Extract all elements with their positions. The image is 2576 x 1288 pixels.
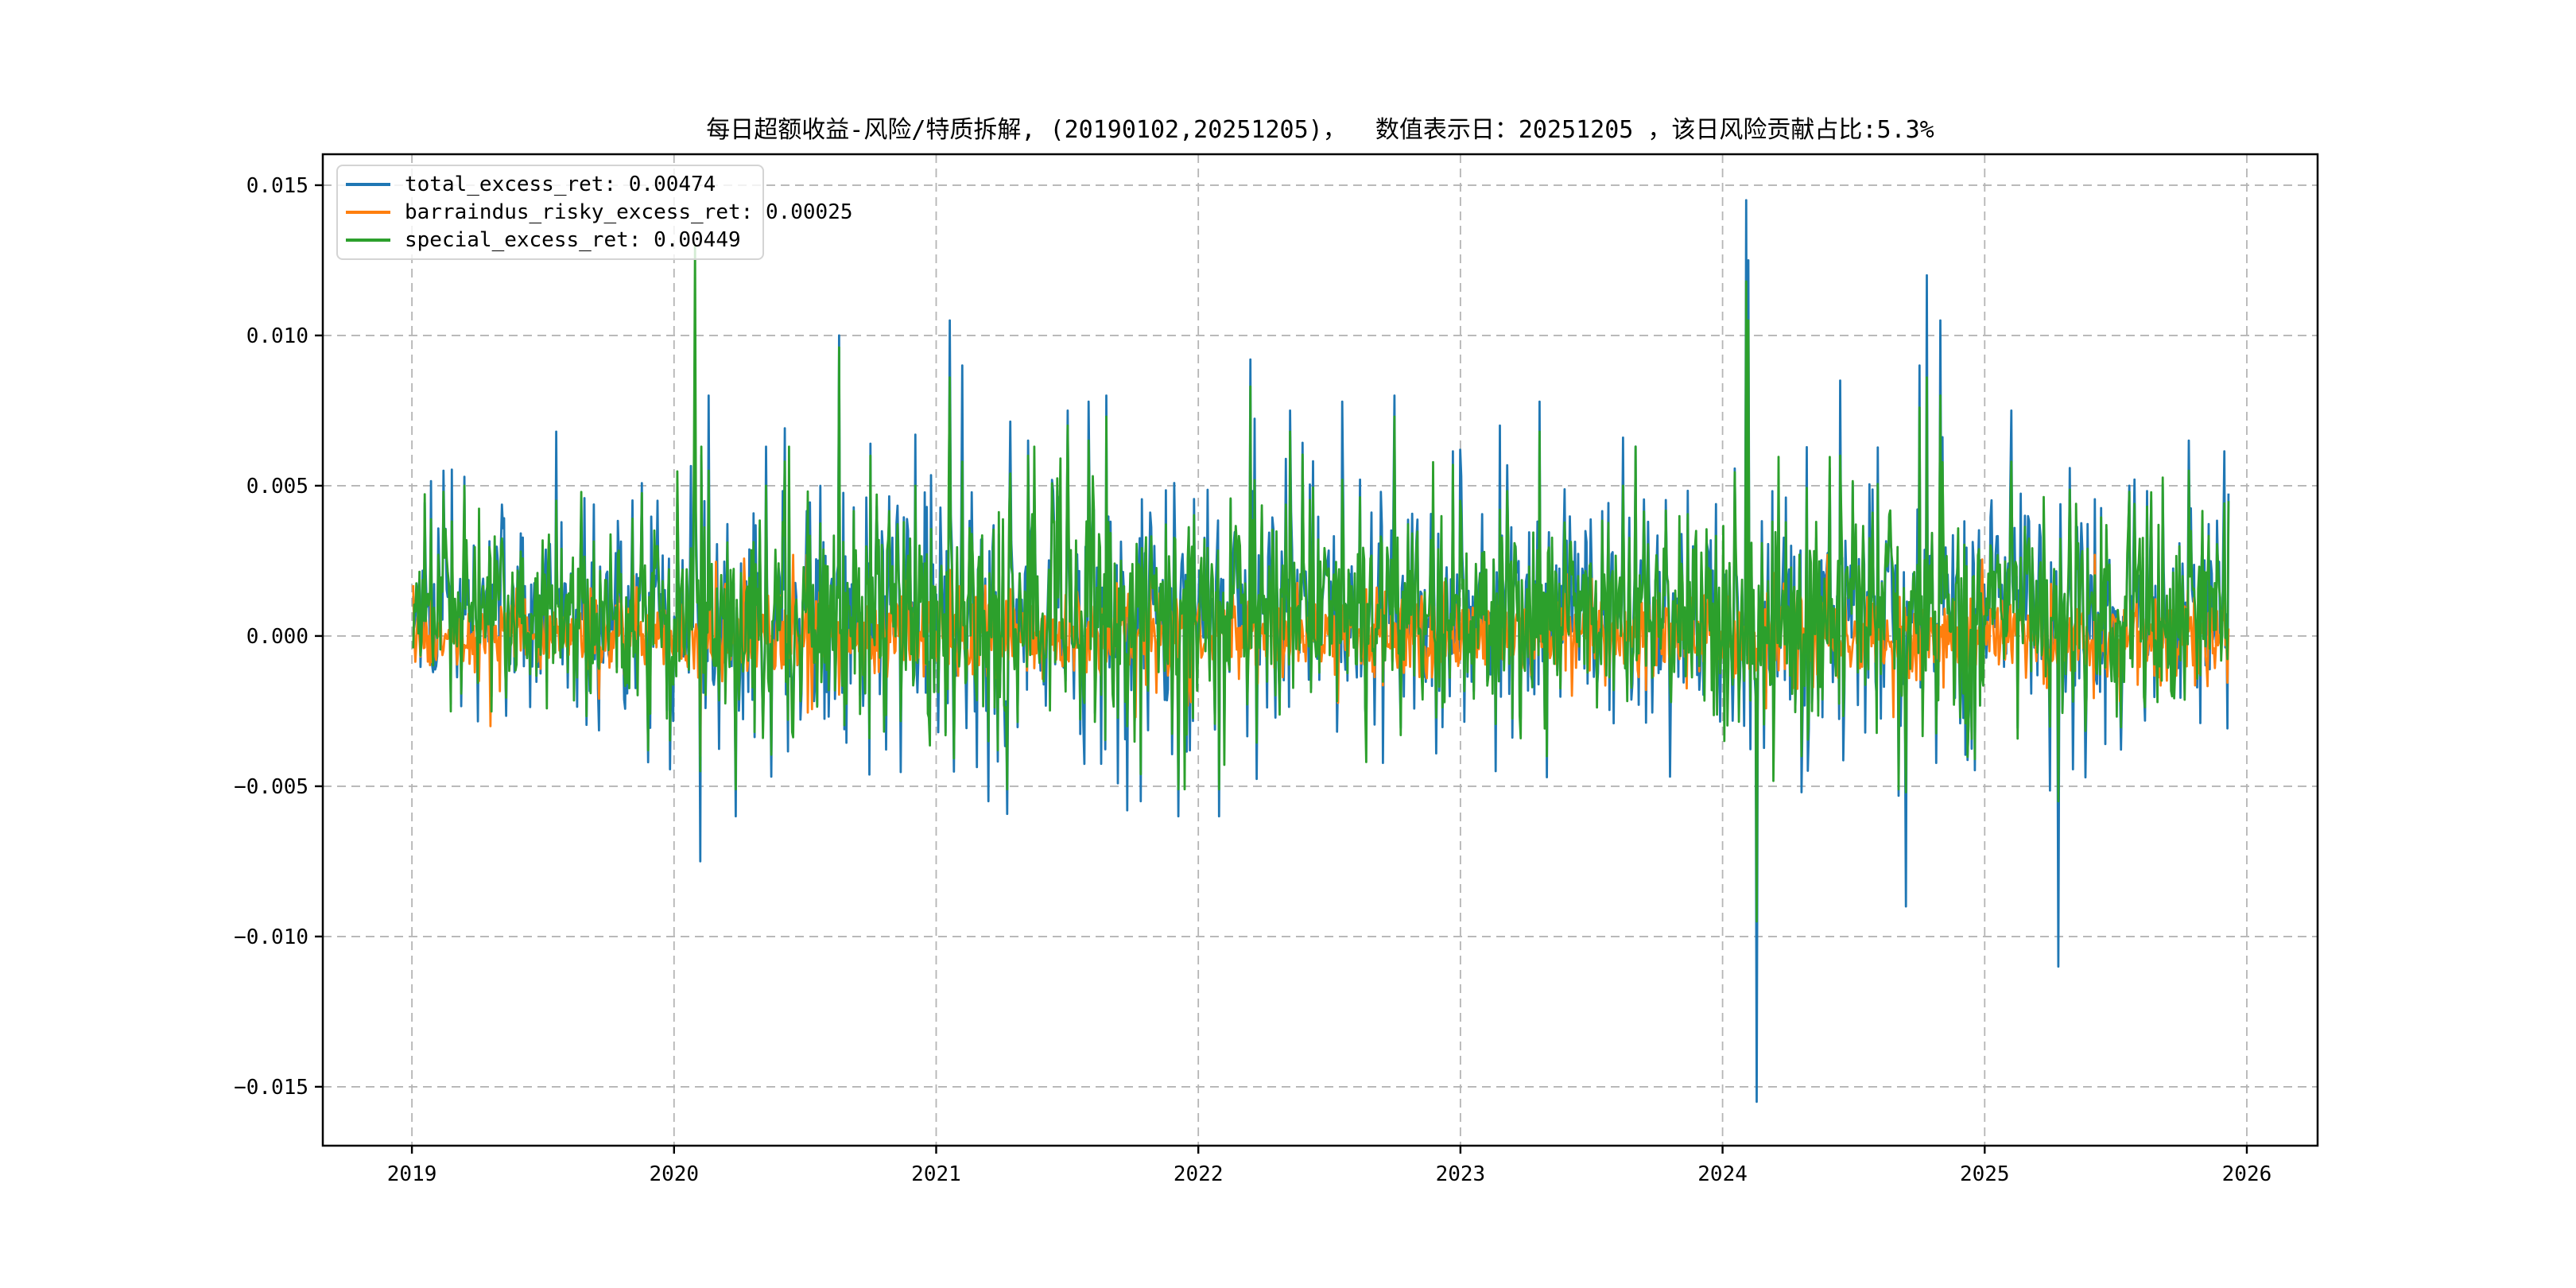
legend-item-barraindus_risky_excess_ret: barraindus_risky_excess_ret: 0.00025	[346, 199, 853, 226]
legend-swatch-barraindus_risky_excess_ret	[346, 210, 390, 214]
legend-label-barraindus_risky_excess_ret: barraindus_risky_excess_ret: 0.00025	[405, 200, 853, 224]
y-tick-label: 0.000	[246, 625, 308, 649]
x-tick-label: 2023	[1436, 1162, 1486, 1186]
legend-item-total_excess_ret: total_excess_ret: 0.00474	[346, 171, 755, 198]
x-tick-label: 2019	[387, 1162, 437, 1186]
figure: 每日超额收益-风险/特质拆解, (20190102,20251205)， 数值表…	[0, 0, 2576, 1288]
legend-swatch-total_excess_ret	[346, 183, 390, 187]
y-tick-label: 0.010	[246, 324, 308, 348]
y-tick-label: −0.005	[234, 775, 308, 799]
x-tick-label: 2025	[1960, 1162, 2010, 1186]
x-tick-label: 2026	[2222, 1162, 2272, 1186]
x-tick-label: 2024	[1697, 1162, 1748, 1186]
y-tick-label: −0.010	[234, 925, 308, 949]
y-tick-label: 0.015	[246, 174, 308, 198]
x-tick-label: 2020	[649, 1162, 699, 1186]
legend: total_excess_ret: 0.00474 barraindus_risk…	[336, 165, 853, 260]
y-tick-label: −0.015	[234, 1076, 308, 1100]
legend-label-special_excess_ret: special_excess_ret: 0.00449	[405, 227, 741, 252]
legend-item-special_excess_ret: special_excess_ret: 0.00449	[346, 227, 755, 254]
x-tick-label: 2021	[911, 1162, 961, 1186]
legend-label-total_excess_ret: total_excess_ret: 0.00474	[405, 173, 716, 197]
series-special_excess_ret	[412, 244, 2230, 923]
x-tick-label: 2022	[1174, 1162, 1224, 1186]
legend-swatch-special_excess_ret	[346, 238, 390, 242]
y-tick-label: 0.005	[246, 475, 308, 499]
